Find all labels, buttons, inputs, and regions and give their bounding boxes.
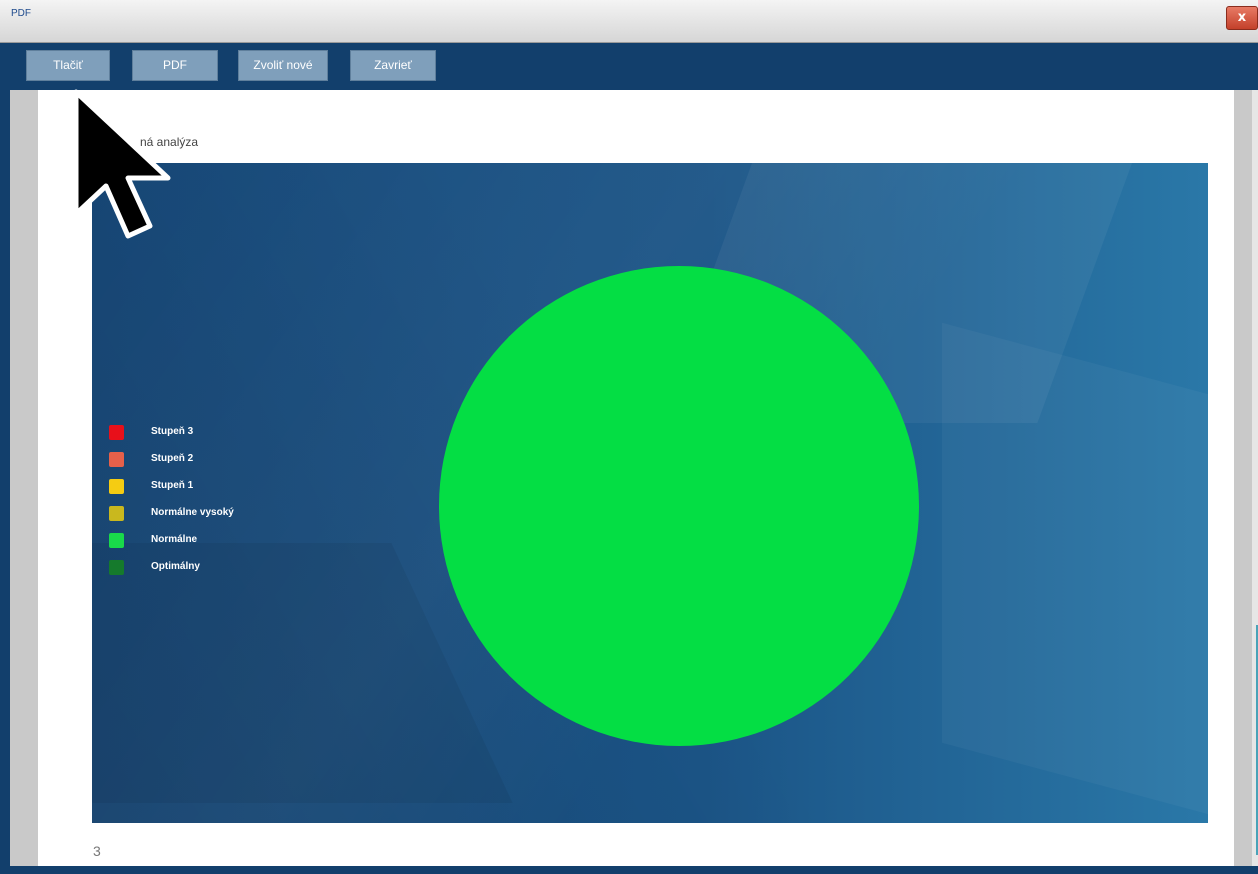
legend-swatch bbox=[109, 533, 124, 548]
document-left-margin bbox=[10, 90, 38, 866]
close-window-button[interactable]: x bbox=[1226, 6, 1258, 30]
legend-label: Normálne bbox=[151, 534, 198, 545]
chart-panel: Stupeň 3 Stupeň 2 Stupeň 1 Normálne vysoký N… bbox=[92, 163, 1208, 823]
mouse-pointer-icon bbox=[73, 89, 171, 239]
legend-label: Stupeň 3 bbox=[151, 426, 194, 437]
legend-swatch bbox=[109, 479, 124, 494]
legend-swatch bbox=[109, 452, 124, 467]
pie-slice bbox=[439, 266, 919, 746]
choose-new-button[interactable]: Zvoliť nové bbox=[238, 50, 328, 81]
pdf-button[interactable]: PDF bbox=[132, 50, 218, 81]
toolbar: Tlačiť PDF Zvoliť nové Zavrieť bbox=[8, 44, 1258, 90]
close-icon: x bbox=[1237, 10, 1247, 25]
legend-swatch bbox=[109, 506, 124, 521]
legend-item: Stupeň 1 bbox=[109, 479, 309, 495]
pdf-window: PDF x Tlačiť PDF Zvoliť nové Zavrieť ná … bbox=[0, 0, 1258, 874]
legend-label: Stupeň 1 bbox=[151, 480, 194, 491]
legend-item: Stupeň 2 bbox=[109, 452, 309, 468]
legend-swatch bbox=[109, 560, 124, 575]
legend-item: Normálne vysoký bbox=[109, 506, 309, 522]
legend-label: Stupeň 2 bbox=[151, 453, 194, 464]
legend-label: Optimálny bbox=[151, 561, 200, 572]
legend-item: Normálne bbox=[109, 533, 309, 549]
document-right-margin bbox=[1234, 90, 1252, 866]
legend-item: Stupeň 3 bbox=[109, 425, 309, 441]
legend-swatch bbox=[109, 425, 124, 440]
print-button[interactable]: Tlačiť bbox=[26, 50, 110, 81]
legend-item: Optimálny bbox=[109, 560, 309, 576]
bottom-bar bbox=[0, 866, 1258, 874]
title-bar: PDF x bbox=[0, 0, 1258, 43]
close-button[interactable]: Zavrieť bbox=[350, 50, 436, 81]
legend-label: Normálne vysoký bbox=[151, 507, 234, 518]
window-title: PDF bbox=[11, 8, 31, 19]
page-number: 3 bbox=[93, 843, 101, 859]
